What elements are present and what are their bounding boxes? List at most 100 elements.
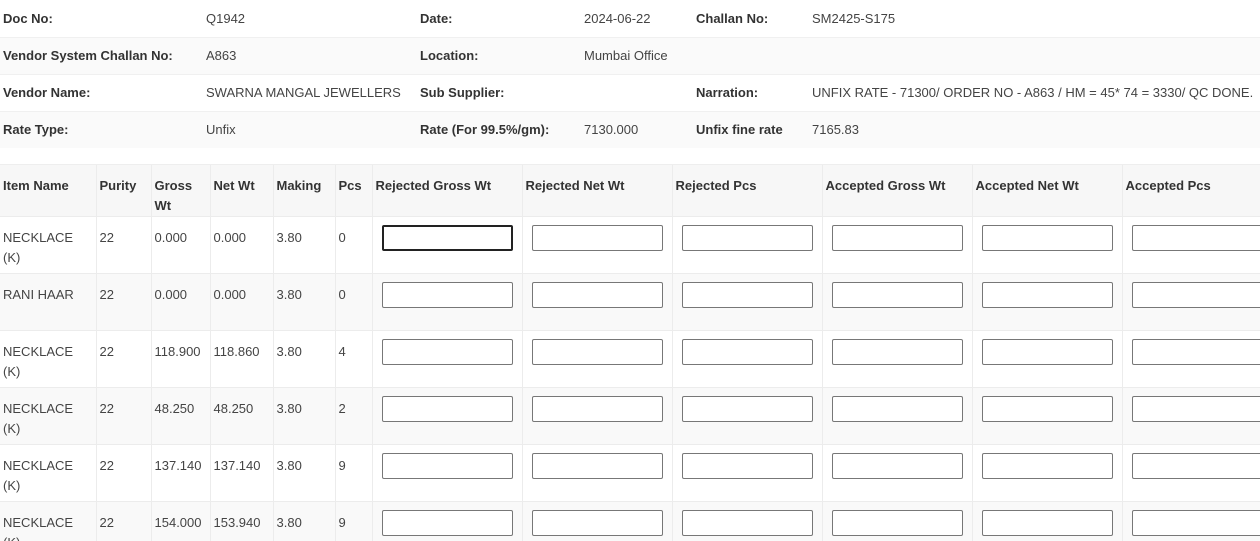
rejected-gross-wt-input[interactable] — [381, 225, 513, 251]
empty-label — [693, 36, 809, 74]
accepted-gross-wt-input[interactable] — [831, 225, 963, 251]
rejected-gross-wt-input[interactable] — [381, 510, 513, 536]
rejected-gross-wt-input[interactable] — [381, 339, 513, 365]
rejected-gross-wt-cell — [371, 444, 522, 502]
rejected-pcs-input[interactable] — [681, 453, 813, 479]
accepted-pcs-input[interactable] — [1131, 510, 1260, 536]
accepted-gross-wt-input[interactable] — [831, 339, 963, 365]
rejected-pcs-cell — [671, 216, 822, 274]
accepted-gross-wt-cell — [821, 216, 972, 274]
col-header-gross-wt: Gross Wt — [150, 164, 210, 217]
gross-wt-cell: 48.250 — [150, 387, 210, 445]
vendor-name-value: SWARNA MANGAL JEWELLERS — [203, 73, 417, 111]
accepted-net-wt-input[interactable] — [981, 510, 1113, 536]
purity-cell: 22 — [95, 387, 151, 445]
item-name-cell: NECKLACE (K) — [0, 216, 96, 274]
pcs-cell: 9 — [334, 444, 372, 502]
pcs-cell: 2 — [334, 387, 372, 445]
accepted-gross-wt-input[interactable] — [831, 282, 963, 308]
net-wt-cell: 137.140 — [209, 444, 273, 502]
rejected-pcs-input[interactable] — [681, 510, 813, 536]
qc-challan-page: Doc No: Q1942 Date: 2024-06-22 Challan N… — [0, 0, 1260, 541]
accepted-net-wt-input[interactable] — [981, 453, 1113, 479]
rejected-gross-wt-cell — [371, 216, 522, 274]
accepted-gross-wt-cell — [821, 273, 972, 331]
making-cell: 3.80 — [272, 387, 335, 445]
col-header-item-name: Item Name — [0, 164, 96, 217]
challan-no-label: Challan No: — [696, 10, 769, 26]
gross-wt-cell: 118.900 — [150, 330, 210, 388]
accepted-gross-wt-input[interactable] — [831, 510, 963, 536]
item-row: NECKLACE (K) 22 118.900 118.860 3.80 4 — [0, 330, 1260, 388]
accepted-gross-wt-input[interactable] — [831, 396, 963, 422]
accepted-pcs-input[interactable] — [1131, 396, 1260, 422]
accepted-net-wt-input[interactable] — [981, 396, 1113, 422]
rejected-gross-wt-input[interactable] — [381, 453, 513, 479]
rejected-net-wt-input[interactable] — [531, 282, 663, 308]
rejected-net-wt-input[interactable] — [531, 453, 663, 479]
rejected-pcs-input[interactable] — [681, 396, 813, 422]
rejected-net-wt-cell — [521, 216, 672, 274]
accepted-net-wt-input[interactable] — [981, 282, 1113, 308]
rejected-net-wt-cell — [521, 444, 672, 502]
pcs-cell: 0 — [334, 273, 372, 331]
accepted-pcs-cell — [1121, 273, 1260, 331]
rejected-gross-wt-cell — [371, 330, 522, 388]
col-header-accepted-pcs: Accepted Pcs — [1121, 164, 1260, 217]
accepted-pcs-cell — [1121, 330, 1260, 388]
item-name-cell: RANI HAAR — [0, 273, 96, 331]
net-wt-cell: 0.000 — [209, 273, 273, 331]
col-header-rejected-net-wt: Rejected Net Wt — [521, 164, 672, 217]
accepted-pcs-cell — [1121, 501, 1260, 541]
accepted-pcs-input[interactable] — [1131, 453, 1260, 479]
item-row: NECKLACE (K) 22 137.140 137.140 3.80 9 — [0, 444, 1260, 502]
rejected-net-wt-input[interactable] — [531, 339, 663, 365]
rejected-net-wt-input[interactable] — [531, 510, 663, 536]
rejected-pcs-input[interactable] — [681, 282, 813, 308]
challan-no-value: SM2425-S175 — [812, 10, 896, 26]
rejected-net-wt-input[interactable] — [531, 396, 663, 422]
accepted-gross-wt-input[interactable] — [831, 453, 963, 479]
rejected-net-wt-input[interactable] — [531, 225, 663, 251]
accepted-net-wt-input[interactable] — [981, 339, 1113, 365]
vendor-system-challan-value: A863 — [203, 36, 417, 74]
gross-wt-cell: 137.140 — [150, 444, 210, 502]
gross-wt-cell: 154.000 — [150, 501, 210, 541]
col-header-accepted-net-wt: Accepted Net Wt — [971, 164, 1122, 217]
rejected-gross-wt-input[interactable] — [381, 396, 513, 422]
accepted-pcs-input[interactable] — [1131, 282, 1260, 308]
rejected-gross-wt-cell — [371, 501, 522, 541]
making-cell: 3.80 — [272, 273, 335, 331]
date-value: 2024-06-22 — [584, 10, 651, 26]
rejected-pcs-input[interactable] — [681, 339, 813, 365]
rejected-pcs-cell — [671, 387, 822, 445]
net-wt-cell: 118.860 — [209, 330, 273, 388]
rejected-gross-wt-input[interactable] — [381, 282, 513, 308]
accepted-net-wt-input[interactable] — [981, 225, 1113, 251]
info-row: Rate Type: Unfix Rate (For 99.5%/gm): 71… — [0, 110, 1260, 148]
pcs-cell: 0 — [334, 216, 372, 274]
accepted-net-wt-cell — [971, 273, 1122, 331]
purity-cell: 22 — [95, 444, 151, 502]
info-row: Vendor System Challan No: A863 Location:… — [0, 36, 1260, 74]
item-name-cell: NECKLACE (K) — [0, 501, 96, 541]
accepted-gross-wt-cell — [821, 387, 972, 445]
item-name-cell: NECKLACE (K) — [0, 444, 96, 502]
accepted-pcs-cell — [1121, 387, 1260, 445]
gross-wt-cell: 0.000 — [150, 216, 210, 274]
item-row: NECKLACE (K) 22 0.000 0.000 3.80 0 — [0, 216, 1260, 274]
accepted-net-wt-cell — [971, 444, 1122, 502]
doc-no-label: Doc No: — [3, 10, 53, 26]
sub-supplier-value — [581, 73, 693, 111]
rejected-pcs-input[interactable] — [681, 225, 813, 251]
unfix-fine-rate-value: 7165.83 — [809, 110, 1260, 148]
accepted-pcs-cell — [1121, 444, 1260, 502]
rejected-net-wt-cell — [521, 501, 672, 541]
rejected-pcs-cell — [671, 330, 822, 388]
accepted-pcs-input[interactable] — [1131, 225, 1260, 251]
making-cell: 3.80 — [272, 444, 335, 502]
location-value: Mumbai Office — [581, 36, 693, 74]
net-wt-cell: 0.000 — [209, 216, 273, 274]
accepted-pcs-input[interactable] — [1131, 339, 1260, 365]
rate-type-value: Unfix — [203, 110, 417, 148]
